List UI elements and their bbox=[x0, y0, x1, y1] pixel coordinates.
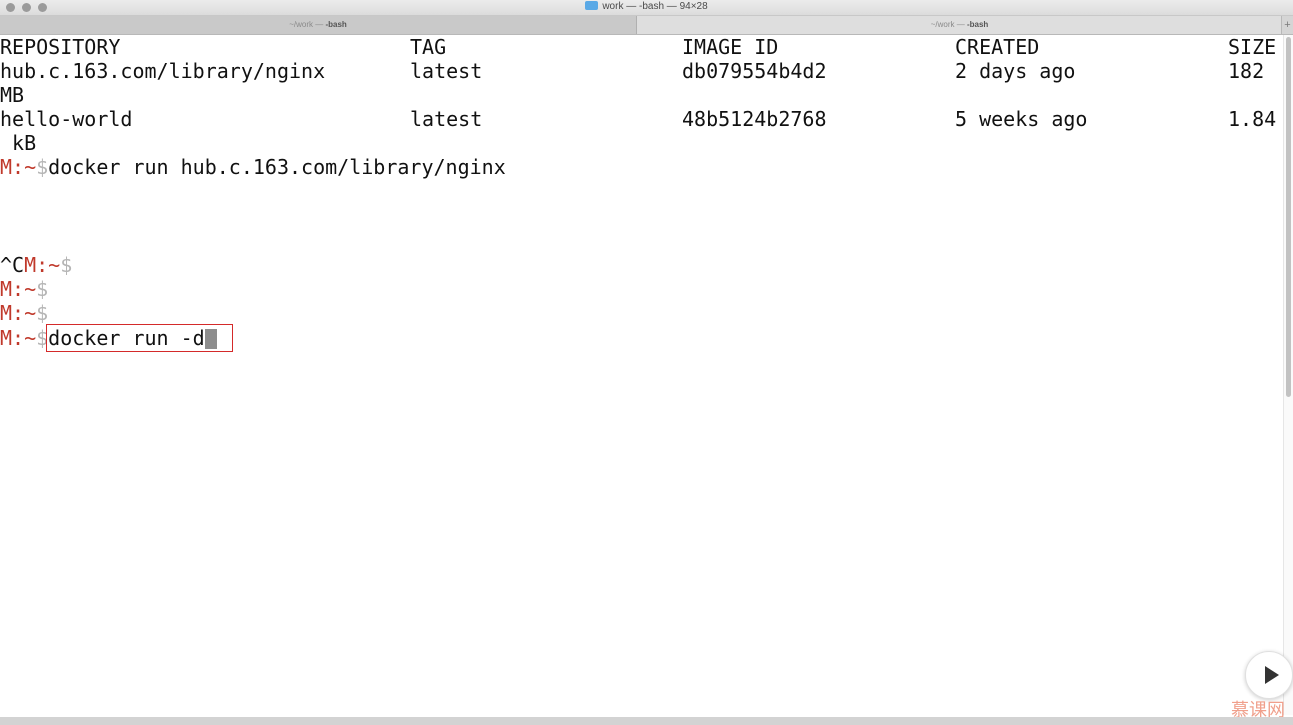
prompt-line: M:~$docker run hub.c.163.com/library/ngi… bbox=[0, 155, 506, 179]
text-cursor bbox=[204, 329, 217, 349]
prompt-dollar: $ bbox=[36, 301, 49, 325]
prompt-host: M:~ bbox=[0, 301, 37, 325]
row-created: 2 days ago bbox=[955, 59, 1076, 83]
row-size: 1.84 bbox=[1228, 107, 1277, 131]
play-icon bbox=[1265, 666, 1279, 684]
vertical-scrollbar[interactable] bbox=[1283, 35, 1293, 715]
prompt-dollar: $ bbox=[36, 277, 49, 301]
tab-bash-1[interactable]: ~/work — -bash bbox=[0, 16, 637, 34]
row-image-id: 48b5124b2768 bbox=[682, 107, 827, 131]
window-title: work — -bash — 94×28 bbox=[602, 1, 708, 12]
terminal-window: work — -bash — 94×28 ~/work — -bash ~/wo… bbox=[0, 0, 1293, 725]
terminal-content[interactable]: REPOSITORY TAG IMAGE ID CREATED SIZE hub… bbox=[0, 35, 1284, 715]
tab-path: ~/work — bbox=[289, 20, 326, 29]
folder-icon bbox=[585, 1, 599, 10]
row-size: 182 bbox=[1228, 59, 1265, 83]
prompt-dollar: $ bbox=[36, 155, 49, 179]
play-button[interactable] bbox=[1245, 651, 1293, 699]
header-repository: REPOSITORY bbox=[0, 35, 121, 59]
prompt-host: M:~ bbox=[0, 155, 37, 179]
ctrl-c-text: ^C bbox=[0, 253, 25, 277]
prompt-line: ^CM:~$ bbox=[0, 253, 72, 277]
command-text: docker run hub.c.163.com/library/nginx bbox=[48, 155, 506, 179]
row-image-id: db079554b4d2 bbox=[682, 59, 827, 83]
tab-name: -bash bbox=[966, 20, 989, 29]
row-size-wrap: MB bbox=[0, 83, 25, 107]
images-header-row: REPOSITORY TAG IMAGE ID CREATED SIZE bbox=[0, 35, 1284, 59]
tab-bash-2[interactable]: ~/work — -bash bbox=[637, 16, 1282, 34]
header-image-id: IMAGE ID bbox=[682, 35, 779, 59]
tab-bar: ~/work — -bash ~/work — -bash + bbox=[0, 16, 1293, 35]
bottom-strip bbox=[0, 717, 1293, 725]
header-size: SIZE bbox=[1228, 35, 1277, 59]
row-repository: hello-world bbox=[0, 107, 133, 131]
header-created: CREATED bbox=[955, 35, 1040, 59]
row-tag: latest bbox=[410, 107, 483, 131]
image-row: hello-world latest 48b5124b2768 5 weeks … bbox=[0, 107, 1284, 131]
prompt-line: M:~$ bbox=[0, 277, 48, 301]
prompt-host: M:~ bbox=[24, 253, 61, 277]
current-prompt-line[interactable]: M:~$docker run -d bbox=[0, 324, 233, 352]
tab-name: -bash bbox=[325, 20, 347, 29]
row-tag: latest bbox=[410, 59, 483, 83]
title-bar: work — -bash — 94×28 bbox=[0, 0, 1293, 16]
row-created: 5 weeks ago bbox=[955, 107, 1088, 131]
prompt-dollar: $ bbox=[60, 253, 73, 277]
highlighted-command-box: docker run -d bbox=[46, 324, 233, 352]
header-tag: TAG bbox=[410, 35, 447, 59]
scrollbar-thumb[interactable] bbox=[1286, 37, 1291, 397]
window-title-wrap: work — -bash — 94×28 bbox=[0, 1, 1293, 13]
add-tab-button[interactable]: + bbox=[1281, 16, 1293, 34]
prompt-host: M:~ bbox=[0, 326, 37, 350]
prompt-host: M:~ bbox=[0, 277, 37, 301]
prompt-line: M:~$ bbox=[0, 301, 48, 325]
tab-path: ~/work — bbox=[930, 20, 967, 29]
prompt-dollar: $ bbox=[36, 326, 49, 350]
image-row: hub.c.163.com/library/nginx latest db079… bbox=[0, 59, 1284, 83]
row-size-wrap: kB bbox=[0, 131, 37, 155]
current-command-text: docker run -d bbox=[48, 326, 205, 350]
row-repository: hub.c.163.com/library/nginx bbox=[0, 59, 326, 83]
